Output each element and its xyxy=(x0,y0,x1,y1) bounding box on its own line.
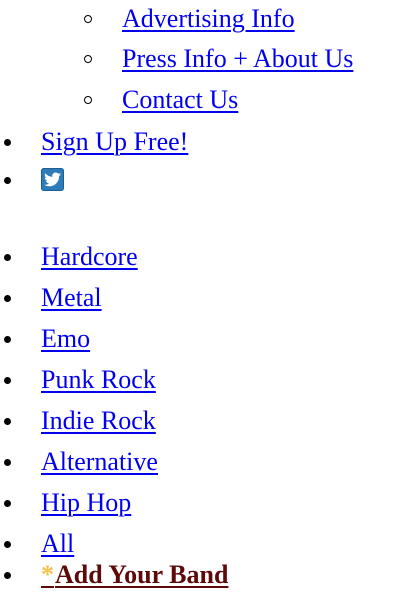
add-your-band-label: Add Your Band xyxy=(55,560,229,589)
disc-bullet xyxy=(4,571,11,579)
contact-us-link[interactable]: Contact Us xyxy=(122,81,238,119)
disc-bullet xyxy=(4,176,11,184)
page: Advertising Info Press Info + About Us C… xyxy=(0,0,401,592)
genre-item: Emo xyxy=(4,320,90,358)
twitter-bird-icon[interactable] xyxy=(41,167,64,191)
circle-bullet xyxy=(84,55,92,63)
genre-item: Alternative xyxy=(4,443,158,481)
genre-punk-rock-link[interactable]: Punk Rock xyxy=(41,361,156,399)
genre-emo-link[interactable]: Emo xyxy=(41,320,90,358)
disc-bullet xyxy=(4,458,11,466)
submenu-item-contact: Contact Us xyxy=(84,81,238,119)
circle-bullet xyxy=(84,96,92,104)
genre-item: Indie Rock xyxy=(4,402,156,440)
disc-bullet xyxy=(4,540,11,548)
nav-item-signup: Sign Up Free! xyxy=(4,123,188,161)
genre-hardcore-link[interactable]: Hardcore xyxy=(41,238,138,276)
disc-bullet xyxy=(4,294,11,302)
submenu-item-press: Press Info + About Us xyxy=(84,40,353,78)
disc-bullet xyxy=(4,335,11,343)
genre-metal-link[interactable]: Metal xyxy=(41,279,102,317)
advertising-info-link[interactable]: Advertising Info xyxy=(122,0,295,38)
genre-hip-hop-link[interactable]: Hip Hop xyxy=(41,484,131,522)
add-your-band-link[interactable]: *Add Your Band xyxy=(41,556,228,592)
disc-bullet xyxy=(4,138,11,146)
circle-bullet xyxy=(84,15,92,23)
genre-alternative-link[interactable]: Alternative xyxy=(41,443,158,481)
press-info-link[interactable]: Press Info + About Us xyxy=(122,40,353,78)
genre-item: Metal xyxy=(4,279,102,317)
nav-item-twitter xyxy=(4,161,64,199)
genre-item: Hip Hop xyxy=(4,484,131,522)
genre-item: Hardcore xyxy=(4,238,138,276)
submenu-item-advertising: Advertising Info xyxy=(84,0,295,38)
add-band-item: *Add Your Band xyxy=(4,556,228,592)
disc-bullet xyxy=(4,376,11,384)
genre-indie-rock-link[interactable]: Indie Rock xyxy=(41,402,156,440)
genre-item: Punk Rock xyxy=(4,361,156,399)
sign-up-free-link[interactable]: Sign Up Free! xyxy=(41,123,188,161)
disc-bullet xyxy=(4,253,11,261)
star-marker: * xyxy=(41,560,54,589)
disc-bullet xyxy=(4,417,11,425)
disc-bullet xyxy=(4,499,11,507)
